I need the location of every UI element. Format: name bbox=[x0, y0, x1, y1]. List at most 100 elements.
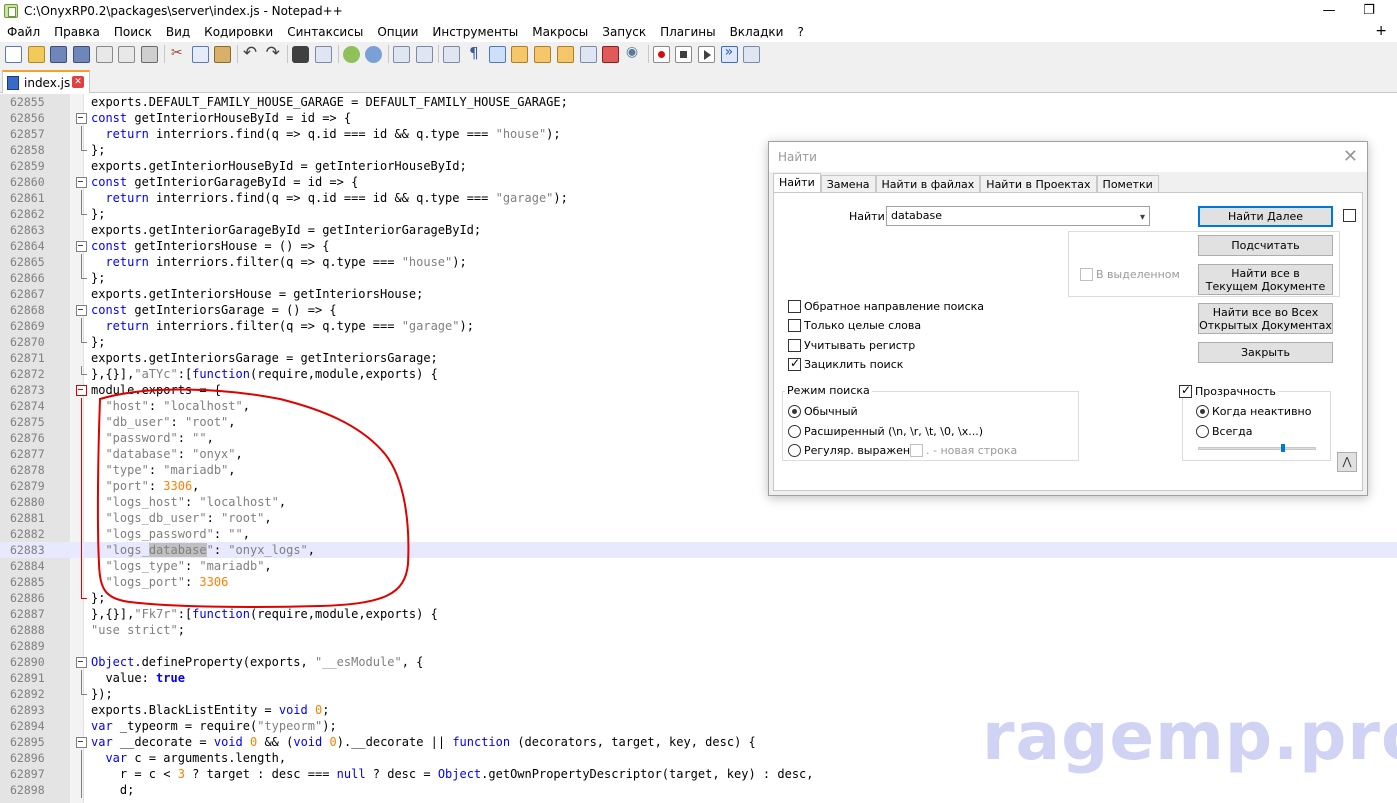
code-line[interactable]: 62889 bbox=[0, 638, 1397, 654]
transparency-always-radio[interactable]: Всегда bbox=[1196, 425, 1253, 438]
wrap-around-checkbox[interactable]: Зациклить поиск bbox=[788, 356, 903, 371]
transparency-on-losing-focus-radio[interactable]: Когда неактивно bbox=[1196, 405, 1311, 418]
stop-recording-icon[interactable] bbox=[675, 45, 693, 63]
menu-language[interactable]: Синтаксисы bbox=[280, 25, 370, 39]
checkbox-box[interactable] bbox=[788, 300, 801, 313]
save-all-icon[interactable] bbox=[73, 45, 91, 63]
code-line[interactable]: 62891 value: true bbox=[0, 670, 1397, 686]
find-what-combobox[interactable]: database ▾ bbox=[886, 206, 1150, 226]
cut-icon[interactable] bbox=[169, 45, 186, 63]
function-list-icon[interactable] bbox=[556, 45, 574, 63]
collapse-dialog-button[interactable]: ⋀ bbox=[1337, 452, 1357, 472]
transparency-slider-track[interactable] bbox=[1198, 447, 1316, 450]
fold-toggle-icon[interactable] bbox=[76, 302, 87, 318]
mode-extended-radio[interactable]: Расширенный (\n, \r, \t, \0, \x...) bbox=[788, 425, 983, 438]
new-file-icon[interactable] bbox=[5, 45, 22, 63]
fold-toggle-icon[interactable] bbox=[76, 654, 87, 670]
sync-horizontal-icon[interactable] bbox=[415, 45, 433, 63]
user-language-icon[interactable] bbox=[511, 45, 529, 63]
document-map-icon[interactable] bbox=[534, 45, 552, 63]
redo-icon[interactable] bbox=[265, 43, 282, 63]
in-selection-checkbox[interactable]: В выделенном bbox=[1080, 268, 1180, 281]
tab-find[interactable]: Найти bbox=[773, 173, 821, 194]
radio-dot[interactable] bbox=[788, 405, 801, 418]
transparency-checkbox[interactable]: Прозрачность bbox=[1179, 383, 1278, 398]
chevron-down-icon[interactable]: ▾ bbox=[1140, 209, 1145, 227]
menu-help[interactable]: ? bbox=[790, 25, 810, 39]
folder-workspace-icon[interactable] bbox=[602, 45, 620, 63]
fold-toggle-icon[interactable] bbox=[76, 110, 87, 126]
undo-icon[interactable] bbox=[242, 43, 259, 63]
menu-encoding[interactable]: Кодировки bbox=[197, 25, 280, 39]
checkbox-box[interactable] bbox=[788, 319, 801, 332]
menu-run[interactable]: Запуск bbox=[595, 25, 653, 39]
find-all-current-document-button[interactable]: Найти все в Текущем Документе bbox=[1198, 264, 1333, 295]
menu-plugins[interactable]: Плагины bbox=[653, 25, 722, 39]
backward-direction-checkbox[interactable]: Обратное направление поиска bbox=[788, 300, 984, 313]
document-list-icon[interactable] bbox=[579, 45, 597, 63]
word-wrap-icon[interactable] bbox=[443, 45, 461, 63]
whole-word-checkbox[interactable]: Только целые слова bbox=[788, 319, 921, 332]
code-line[interactable]: 62890 Object.defineProperty(exports, "__e… bbox=[0, 654, 1397, 670]
find-next-option-checkbox[interactable] bbox=[1343, 209, 1359, 222]
close-icon[interactable]: ✕ bbox=[1343, 146, 1358, 167]
code-line[interactable]: 62855 exports.DEFAULT_FAMILY_HOUSE_GARAGE… bbox=[0, 94, 1397, 110]
fold-toggle-icon[interactable] bbox=[76, 174, 87, 190]
checkbox-box[interactable] bbox=[910, 444, 923, 457]
restore-button[interactable]: ❐ bbox=[1346, 0, 1392, 21]
playback-macro-icon[interactable] bbox=[697, 45, 715, 63]
fold-toggle-icon[interactable] bbox=[76, 734, 87, 750]
checkbox-box[interactable] bbox=[788, 356, 801, 371]
code-line[interactable]: 62887},{}],"Fk7r":[function(require,modu… bbox=[0, 606, 1397, 622]
replace-icon[interactable] bbox=[314, 45, 332, 63]
dot-matches-newline-checkbox[interactable]: . - новая строка bbox=[910, 444, 1017, 457]
radio-dot[interactable] bbox=[1196, 405, 1209, 418]
checkbox-box[interactable] bbox=[1343, 209, 1356, 222]
code-line[interactable]: 62883 "logs_database": "onyx_logs", bbox=[0, 542, 1397, 558]
code-line[interactable]: 62880 "logs_host": "localhost", bbox=[0, 494, 1397, 510]
mode-normal-radio[interactable]: Обычный bbox=[788, 405, 858, 418]
zoom-in-icon[interactable] bbox=[342, 45, 360, 63]
save-icon[interactable] bbox=[50, 45, 68, 63]
menu-edit[interactable]: Правка bbox=[47, 25, 107, 39]
menu-macro[interactable]: Макросы bbox=[525, 25, 595, 39]
code-line[interactable]: 62857 return interriors.find(q => q.id =… bbox=[0, 126, 1397, 142]
open-file-icon[interactable] bbox=[27, 45, 45, 63]
monitoring-icon[interactable] bbox=[625, 44, 642, 63]
menu-tools[interactable]: Инструменты bbox=[425, 25, 525, 39]
paste-icon[interactable] bbox=[214, 45, 232, 63]
menu-settings[interactable]: Опции bbox=[370, 25, 425, 39]
print-icon[interactable] bbox=[141, 45, 159, 63]
code-line[interactable]: 62882 "logs_password": "", bbox=[0, 526, 1397, 542]
radio-dot[interactable] bbox=[788, 425, 801, 438]
checkbox-box[interactable] bbox=[788, 339, 801, 352]
mode-regex-radio[interactable]: Регуляр. выражен. bbox=[788, 444, 914, 457]
code-line[interactable]: 62886}; bbox=[0, 590, 1397, 606]
code-line[interactable]: 62884 "logs_type": "mariadb", bbox=[0, 558, 1397, 574]
close-tab-icon[interactable]: ✕ bbox=[72, 76, 84, 88]
close-button[interactable]: Закрыть bbox=[1198, 342, 1333, 363]
show-all-chars-icon[interactable] bbox=[466, 44, 483, 63]
find-next-button[interactable]: Найти Далее bbox=[1198, 206, 1333, 227]
copy-icon[interactable] bbox=[191, 45, 209, 63]
fold-toggle-icon[interactable] bbox=[76, 238, 87, 254]
save-macro-icon[interactable] bbox=[743, 45, 761, 63]
find-dialog-titlebar[interactable]: Найти ✕ bbox=[769, 142, 1367, 172]
indent-guide-icon[interactable] bbox=[488, 45, 506, 63]
code-line[interactable]: 62885 "logs_port": 3306 bbox=[0, 574, 1397, 590]
menu-search[interactable]: Поиск bbox=[107, 25, 159, 39]
match-case-checkbox[interactable]: Учитывать регистр bbox=[788, 339, 915, 352]
run-macro-multiple-icon[interactable] bbox=[720, 44, 738, 63]
fold-toggle-icon[interactable] bbox=[76, 382, 87, 398]
code-line[interactable]: 62856 const getInteriorHouseById = id => … bbox=[0, 110, 1397, 126]
find-all-open-documents-button[interactable]: Найти все во Всех Открытых Документах bbox=[1198, 303, 1333, 334]
close-file-icon[interactable] bbox=[95, 45, 113, 63]
menu-file[interactable]: Файл bbox=[0, 25, 47, 39]
sync-vertical-icon[interactable] bbox=[393, 45, 410, 63]
close-all-icon[interactable] bbox=[118, 45, 136, 63]
transparency-slider-thumb[interactable] bbox=[1280, 444, 1285, 452]
record-macro-icon[interactable] bbox=[652, 45, 670, 63]
code-line[interactable]: 62898 d; bbox=[0, 782, 1397, 798]
radio-dot[interactable] bbox=[1196, 425, 1209, 438]
count-button[interactable]: Подсчитать bbox=[1198, 235, 1333, 256]
